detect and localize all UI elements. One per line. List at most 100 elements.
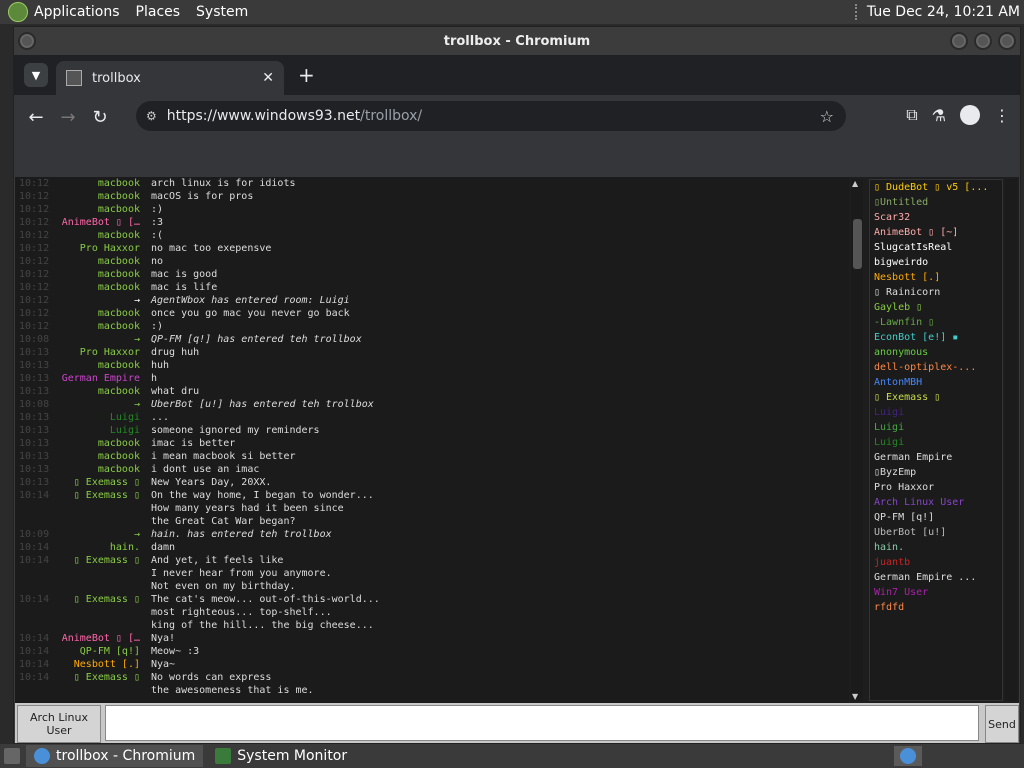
username-button[interactable]: Arch Linux User (17, 705, 101, 743)
user-list-item[interactable]: AntonMBH (870, 375, 1002, 390)
task-chromium[interactable]: trollbox - Chromium (26, 745, 204, 767)
message-nick[interactable]: Nesbott [.] (74, 658, 140, 671)
maximize-button[interactable] (974, 32, 992, 50)
close-window-button[interactable] (998, 32, 1016, 50)
message-nick[interactable]: macbook (98, 255, 140, 268)
user-list-item[interactable]: Pro Haxxor (870, 480, 1002, 495)
tray-chromium[interactable] (894, 746, 922, 766)
back-arrow-icon[interactable]: ← (20, 107, 52, 128)
menu-places[interactable]: Places (136, 4, 181, 20)
more-menu-icon[interactable]: ⋮ (994, 106, 1010, 125)
message-nick[interactable]: AnimeBot ▯ [… (62, 216, 140, 229)
forward-arrow-icon[interactable]: → (52, 107, 84, 128)
distro-logo-icon[interactable] (8, 2, 28, 22)
window-titlebar[interactable]: trollbox - Chromium (14, 27, 1020, 55)
message-nick[interactable]: macbook (98, 229, 140, 242)
site-info-icon[interactable]: ⚙ (146, 109, 157, 123)
user-list-item[interactable]: UberBot [u!] (870, 525, 1002, 540)
user-list-item[interactable]: AnimeBot ▯ [~] (870, 225, 1002, 240)
message-nick[interactable]: Luigi (110, 424, 140, 437)
reload-icon[interactable]: ↻ (84, 107, 116, 128)
user-list-item[interactable]: Gayleb ▯ (870, 300, 1002, 315)
user-list-scrollbar[interactable] (1005, 179, 1017, 701)
menu-applications[interactable]: Applications (34, 4, 120, 20)
message-nick[interactable]: ▯ Exemass ▯ (74, 593, 140, 606)
user-list-item[interactable]: dell-optiplex-... (870, 360, 1002, 375)
message-nick[interactable]: → (134, 398, 140, 411)
message-nick[interactable]: macbook (98, 203, 140, 216)
tab-search-chevron-down-icon[interactable]: ▼ (24, 63, 48, 87)
chat-log[interactable]: 10:12 macbook arch linux is for idiots 10:1… (15, 177, 849, 703)
message-nick[interactable]: hain. (110, 541, 140, 554)
user-list-item[interactable]: Arch Linux User (870, 495, 1002, 510)
user-list-item[interactable]: EconBot [e!] ▪ (870, 330, 1002, 345)
message-nick[interactable]: macbook (98, 437, 140, 450)
user-list-item[interactable]: Scar32 (870, 210, 1002, 225)
message-nick[interactable]: ▯ Exemass ▯ (74, 476, 140, 489)
task-system-monitor[interactable]: System Monitor (207, 745, 355, 767)
user-list-item[interactable]: German Empire (870, 450, 1002, 465)
new-tab-button[interactable]: + (298, 63, 315, 87)
message-nick[interactable]: Pro Haxxor (80, 242, 140, 255)
address-bar[interactable]: ⚙ https://www.windows93.net/trollbox/ ☆ (136, 101, 846, 131)
user-list-item[interactable]: Win7 User (870, 585, 1002, 600)
user-list-item[interactable]: -Lawnfin ▯ (870, 315, 1002, 330)
show-desktop-icon[interactable] (4, 748, 20, 764)
user-list-item[interactable]: ▯Untitled (870, 195, 1002, 210)
user-list-item[interactable]: ▯ Exemass ▯ (870, 390, 1002, 405)
close-tab-icon[interactable]: ✕ (262, 70, 274, 86)
extensions-icon[interactable]: ⧉ (906, 105, 917, 125)
message-nick[interactable]: macbook (98, 268, 140, 281)
user-list-item[interactable]: SlugcatIsReal (870, 240, 1002, 255)
window-menu-button[interactable] (18, 32, 36, 50)
message-text: Nya! (151, 633, 176, 644)
user-list-item[interactable]: rfdfd (870, 600, 1002, 615)
message-nick[interactable]: QP-FM [q!] (80, 645, 140, 658)
tab-trollbox[interactable]: trollbox ✕ (56, 61, 284, 95)
message-nick[interactable]: ▯ Exemass ▯ (74, 671, 140, 684)
minimize-button[interactable] (950, 32, 968, 50)
message-nick[interactable]: macbook (98, 281, 140, 294)
user-list-item[interactable]: ▯ DudeBot ▯ v5 [... (870, 180, 1002, 195)
user-list-item[interactable]: QP-FM [q!] (870, 510, 1002, 525)
message-nick[interactable]: Luigi (110, 411, 140, 424)
user-list-item[interactable]: juantb (870, 555, 1002, 570)
user-list-item[interactable]: Luigi (870, 420, 1002, 435)
message-nick[interactable]: ▯ Exemass ▯ (74, 489, 140, 502)
user-list-item[interactable]: German Empire ... (870, 570, 1002, 585)
message-nick[interactable]: macbook (98, 177, 140, 190)
user-list-item[interactable]: anonymous (870, 345, 1002, 360)
user-list-item[interactable]: bigweirdo (870, 255, 1002, 270)
message-nick[interactable]: macbook (98, 385, 140, 398)
profile-avatar-icon[interactable] (960, 105, 980, 125)
message-nick[interactable]: German Empire (62, 372, 140, 385)
user-list-item[interactable]: ▯ByzEmp (870, 465, 1002, 480)
message-nick[interactable]: AnimeBot ▯ [… (62, 632, 140, 645)
message-nick[interactable]: macbook (98, 450, 140, 463)
user-list-item[interactable]: ▯ Rainicorn (870, 285, 1002, 300)
user-list-item[interactable]: hain. (870, 540, 1002, 555)
message-nick[interactable]: → (134, 528, 140, 541)
clock[interactable]: Tue Dec 24, 10:21 AM (867, 4, 1020, 20)
message-nick[interactable]: macbook (98, 359, 140, 372)
user-list-item[interactable]: Luigi (870, 405, 1002, 420)
scroll-thumb[interactable] (853, 219, 862, 269)
message-nick[interactable]: macbook (98, 320, 140, 333)
message-nick[interactable]: → (134, 333, 140, 346)
user-list-item[interactable]: Luigi (870, 435, 1002, 450)
message-nick[interactable]: macbook (98, 307, 140, 320)
scroll-down-icon[interactable]: ▼ (852, 692, 858, 701)
send-button[interactable]: Send (985, 705, 1019, 743)
scroll-up-icon[interactable]: ▲ (852, 179, 858, 188)
message-nick[interactable]: → (134, 294, 140, 307)
chat-scrollbar[interactable]: ▲ ▼ (851, 179, 863, 701)
bookmark-star-icon[interactable]: ☆ (820, 107, 834, 126)
message-nick[interactable]: ▯ Exemass ▯ (74, 554, 140, 567)
message-input[interactable] (105, 705, 979, 741)
message-nick[interactable]: macbook (98, 190, 140, 203)
menu-system[interactable]: System (196, 4, 248, 20)
message-nick[interactable]: macbook (98, 463, 140, 476)
labs-flask-icon[interactable]: ⚗ (932, 106, 946, 125)
message-nick[interactable]: Pro Haxxor (80, 346, 140, 359)
user-list-item[interactable]: Nesbott [.] (870, 270, 1002, 285)
